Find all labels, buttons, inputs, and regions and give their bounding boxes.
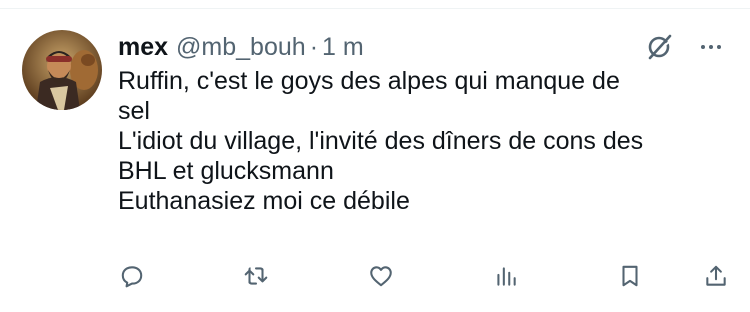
tweet[interactable]: mex @mb_bouh · 1 m Ruffin, c'est le goys… xyxy=(0,0,750,312)
action-bar xyxy=(118,258,728,294)
more-options-icon[interactable] xyxy=(696,32,726,62)
tweet-line: sel xyxy=(118,97,150,125)
tweet-line: Euthanasiez moi ce débile xyxy=(118,187,410,215)
timestamp[interactable]: 1 m xyxy=(322,33,364,62)
tweet-text: Ruffin, c'est le goys des alpes qui manq… xyxy=(118,66,728,216)
bookmark-icon xyxy=(622,265,638,287)
tweet-header: mex @mb_bouh · 1 m xyxy=(118,30,726,64)
reply-icon xyxy=(121,266,143,288)
bookmark-button[interactable] xyxy=(612,258,648,294)
share-icon xyxy=(706,265,726,286)
tweet-line: L'idiot du village, l'invité des dîners … xyxy=(118,127,644,155)
tweet-line: Ruffin, c'est le goys des alpes qui manq… xyxy=(118,67,620,95)
tweet-line: BHL et glucksmann xyxy=(118,157,334,185)
header-actions xyxy=(644,30,726,64)
views-icon xyxy=(497,267,516,286)
author-name[interactable]: mex xyxy=(118,33,168,62)
retweet-icon xyxy=(244,267,268,285)
share-button[interactable] xyxy=(698,258,734,294)
retweet-button[interactable] xyxy=(238,258,274,294)
reply-button[interactable] xyxy=(114,258,150,294)
like-icon xyxy=(370,266,392,287)
grok-icon[interactable] xyxy=(644,32,674,62)
views-button[interactable] xyxy=(488,258,524,294)
like-button[interactable] xyxy=(363,258,399,294)
avatar[interactable] xyxy=(22,30,102,110)
author-handle[interactable]: @mb_bouh xyxy=(176,33,306,62)
separator-dot: · xyxy=(309,32,319,61)
